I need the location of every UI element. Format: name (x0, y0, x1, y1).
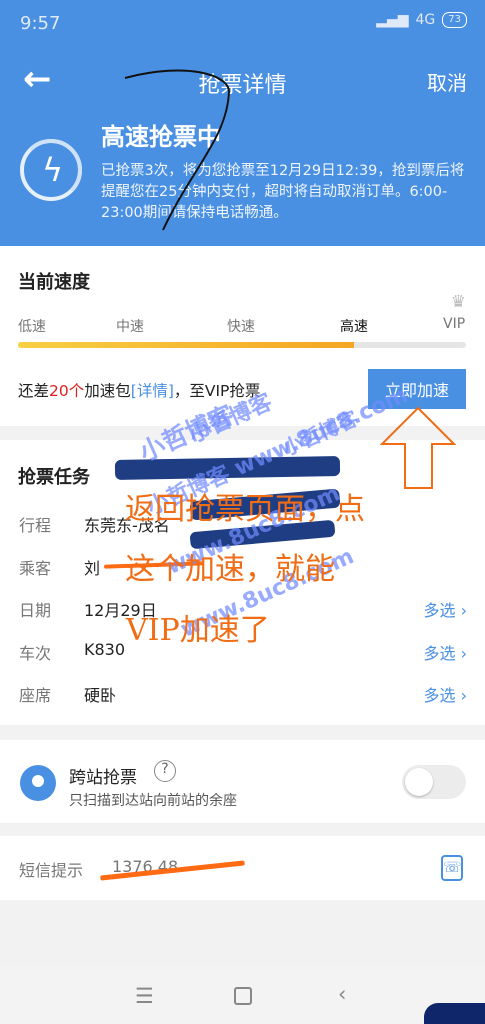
train-multi-select[interactable]: 多选 › (424, 640, 468, 664)
phone-book-icon[interactable]: ☏ (441, 855, 463, 881)
annotation-line-1: 返回抢票页面，点 (125, 492, 365, 527)
seat-label: 座席 (19, 686, 52, 705)
speed-level-fast: 快速 (227, 319, 255, 335)
passenger-label: 乘客 (19, 559, 52, 578)
speed-level-high: 高速 (340, 319, 368, 335)
cancel-button[interactable]: 取消 (427, 67, 467, 96)
vip-prefix: 还差 (18, 382, 50, 400)
speed-progress-fill (18, 342, 354, 348)
ticket-task-title: 抢票任务 (18, 467, 90, 488)
vip-package-label: 加速包 (84, 382, 131, 400)
location-pin-icon (20, 765, 56, 801)
status-bar: 9:57 ▂▄▆ 4G 73 (0, 0, 485, 50)
details-link[interactable]: [详情] (131, 382, 174, 400)
annotation-line-2: 这个加速，就能 (125, 552, 335, 587)
seat-value: 硬卧 (84, 686, 117, 705)
vip-count: 20个 (49, 382, 85, 400)
status-time: 9:57 (20, 13, 61, 34)
crown-icon: ♛ (450, 292, 466, 312)
sms-label: 短信提示 (19, 861, 84, 880)
signal-icon: ▂▄▆ (376, 12, 409, 28)
train-label: 车次 (19, 644, 52, 663)
date-multi-select[interactable]: 多选 › (424, 597, 468, 621)
network-type: 4G (415, 12, 436, 28)
help-icon[interactable]: ? (154, 760, 176, 782)
menu-icon[interactable]: ☰ (135, 984, 154, 1008)
annotation-up-arrow (379, 406, 457, 489)
home-icon[interactable] (234, 987, 252, 1005)
battery-icon: 73 (442, 12, 467, 28)
annotation-line-3: VIP加速了 (126, 613, 270, 648)
current-speed-title: 当前速度 (18, 272, 90, 293)
speed-level-low: 低速 (18, 319, 46, 335)
train-value: K830 (84, 640, 126, 659)
speed-level-medium: 中速 (116, 319, 144, 335)
handwritten-mark (124, 69, 231, 231)
toggle-knob (405, 768, 433, 796)
system-navigation-bar: ☰ ‹ (0, 966, 485, 1024)
cross-station-title: 跨站抢票 (69, 768, 137, 788)
lightning-icon: ϟ (42, 151, 64, 189)
cross-station-description: 只扫描到达站向前站的余座 (69, 793, 237, 809)
speed-level-vip: VIP (443, 316, 466, 332)
speed-status-icon: ϟ (20, 139, 82, 201)
seat-multi-select[interactable]: 多选 › (424, 682, 468, 706)
passenger-value: 刘 (84, 559, 101, 578)
speed-level-labels: 低速 中速 快速 高速 VIP (18, 316, 466, 340)
back-navigation-icon[interactable]: ‹ (338, 982, 346, 1006)
floating-button[interactable] (424, 1003, 485, 1024)
signal-status: ▂▄▆ 4G 73 (376, 12, 467, 28)
route-label: 行程 (19, 516, 52, 535)
cross-station-toggle[interactable] (402, 765, 466, 799)
speed-progress (18, 342, 466, 348)
date-label: 日期 (19, 601, 52, 620)
